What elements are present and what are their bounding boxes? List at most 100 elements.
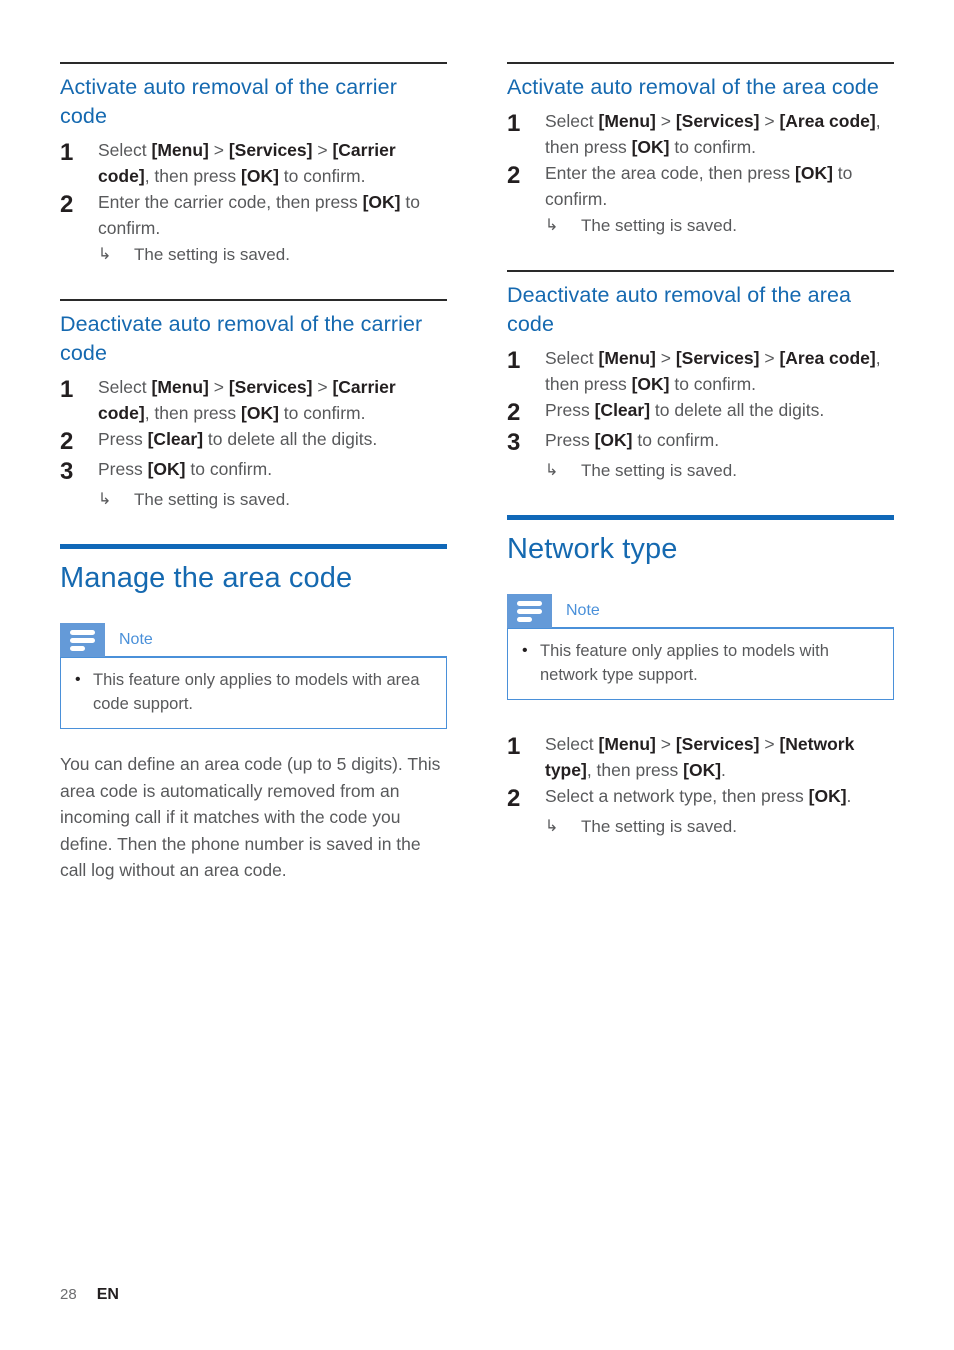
- step-text: Select [Menu] > [Services] > [Network ty…: [545, 734, 855, 780]
- step-item: 1 Select [Menu] > [Services] > [Carrier c…: [60, 375, 447, 426]
- step-number: 1: [60, 139, 74, 166]
- step-number: 1: [60, 376, 74, 403]
- network-type-steps: 1 Select [Menu] > [Services] > [Network t…: [507, 732, 894, 839]
- step-number: 2: [60, 191, 74, 218]
- step-text: Press [OK] to confirm.: [98, 459, 273, 479]
- note-icon-bar: [70, 629, 95, 635]
- result-arrow-icon: ↳: [98, 246, 112, 263]
- step-text: Select [Menu] > [Services] > [Carrier co…: [98, 377, 396, 423]
- note-icon-bar: [70, 637, 95, 643]
- section-rule-thick: [507, 515, 894, 520]
- result-arrow-icon: ↳: [545, 462, 559, 479]
- note-item-text: This feature only applies to models with…: [93, 671, 420, 713]
- two-column-layout: Activate auto removal of the carrier cod…: [60, 62, 894, 933]
- activate-area-code-steps: 1 Select [Menu] > [Services] > [Area code…: [507, 109, 894, 238]
- note-item-text: This feature only applies to models with…: [540, 642, 829, 684]
- note-lines-icon: [507, 594, 552, 628]
- note-box-manage-the-area-code: Note • This feature only applies to models…: [60, 623, 447, 729]
- result-arrow-icon: ↳: [98, 491, 112, 508]
- activate-carrier-code-steps: 1 Select [Menu] > [Services] > [Carrier c…: [60, 138, 447, 267]
- right-column: Activate auto removal of the area code 1 S…: [507, 62, 894, 933]
- paragraph-manage-the-area-code: You can define an area code (up to 5 dig…: [60, 754, 441, 880]
- step-number: 2: [60, 428, 74, 455]
- step-number: 2: [507, 399, 521, 426]
- note-label: Note: [566, 602, 600, 619]
- step-number: 2: [507, 162, 521, 189]
- step-text: Press [Clear] to delete all the digits.: [98, 429, 378, 449]
- note-icon-bar: [517, 616, 532, 622]
- note-icon-bar: [517, 608, 542, 614]
- note-list-item: • This feature only applies to models wit…: [75, 668, 432, 716]
- deactivate-carrier-code-steps: 1 Select [Menu] > [Services] > [Carrier c…: [60, 375, 447, 512]
- step-item: 2 Press [Clear] to delete all the digits.: [60, 427, 447, 456]
- result-arrow-icon: ↳: [545, 818, 559, 835]
- section-rule-thin: [507, 62, 894, 64]
- result-arrow-icon: ↳: [545, 217, 559, 234]
- note-body: • This feature only applies to models wit…: [507, 627, 894, 700]
- step-number: 3: [60, 458, 74, 485]
- step-item: 2 Select a network type, then press [OK].: [507, 784, 894, 813]
- result-text: The setting is saved.: [134, 490, 290, 509]
- section-rule-thin: [60, 62, 447, 64]
- step-text: Enter the carrier code, then press [OK] …: [98, 192, 420, 238]
- step-number: 3: [507, 429, 521, 456]
- note-lines-icon: [60, 623, 105, 657]
- step-text: Press [OK] to confirm.: [545, 430, 720, 450]
- step-number: 2: [507, 785, 521, 812]
- sub-heading-activate-area-code: Activate auto removal of the area code: [507, 75, 879, 99]
- step-item: 1 Select [Menu] > [Services] > [Area code…: [507, 346, 894, 397]
- note-list-item: • This feature only applies to models wit…: [522, 639, 879, 687]
- page-number: 28: [60, 1286, 77, 1303]
- note-label: Note: [119, 631, 153, 648]
- step-result: ↳ The setting is saved.: [507, 814, 894, 839]
- result-text: The setting is saved.: [134, 245, 290, 264]
- page-footer: 28 EN: [60, 1286, 119, 1304]
- step-result: ↳ The setting is saved.: [60, 242, 447, 267]
- step-number: 1: [507, 733, 521, 760]
- deactivate-area-code-steps: 1 Select [Menu] > [Services] > [Area code…: [507, 346, 894, 483]
- note-tab: Note: [60, 623, 447, 657]
- note-bullet-icon: •: [75, 671, 81, 688]
- note-bullet-icon: •: [522, 642, 528, 659]
- step-number: 1: [507, 347, 521, 374]
- step-item: 2 Press [Clear] to delete all the digits.: [507, 398, 894, 427]
- note-box-network-type: Note • This feature only applies to models…: [507, 594, 894, 700]
- sub-heading-activate-carrier-code: Activate auto removal of the carrier cod…: [60, 75, 397, 128]
- main-heading-network-type: Network type: [507, 533, 678, 565]
- page-language-code: EN: [96, 1286, 119, 1303]
- step-text: Select [Menu] > [Services] > [Area code]…: [545, 111, 881, 157]
- result-text: The setting is saved.: [581, 817, 737, 836]
- step-text: Enter the area code, then press [OK] to …: [545, 163, 853, 209]
- step-item: 1 Select [Menu] > [Services] > [Network t…: [507, 732, 894, 783]
- step-text: Press [Clear] to delete all the digits.: [545, 400, 825, 420]
- result-text: The setting is saved.: [581, 216, 737, 235]
- note-tab: Note: [507, 594, 894, 628]
- step-text: Select [Menu] > [Services] > [Carrier co…: [98, 140, 396, 186]
- sub-heading-deactivate-area-code: Deactivate auto removal of the area code: [507, 283, 852, 336]
- step-item: 3 Press [OK] to confirm.: [507, 428, 894, 457]
- document-page: Activate auto removal of the carrier cod…: [0, 0, 954, 1350]
- section-rule-thick: [60, 544, 447, 549]
- step-result: ↳ The setting is saved.: [507, 458, 894, 483]
- step-result: ↳ The setting is saved.: [60, 487, 447, 512]
- step-item: 2 Enter the carrier code, then press [OK]…: [60, 190, 447, 241]
- note-body: • This feature only applies to models wit…: [60, 656, 447, 729]
- sub-heading-deactivate-carrier-code: Deactivate auto removal of the carrier c…: [60, 312, 423, 365]
- step-text: Select [Menu] > [Services] > [Area code]…: [545, 348, 881, 394]
- note-icon-bar: [517, 600, 542, 606]
- step-item: 3 Press [OK] to confirm.: [60, 457, 447, 486]
- step-number: 1: [507, 110, 521, 137]
- step-text: Select a network type, then press [OK].: [545, 786, 852, 806]
- step-item: 1 Select [Menu] > [Services] > [Carrier c…: [60, 138, 447, 189]
- step-item: 2 Enter the area code, then press [OK] to…: [507, 161, 894, 212]
- left-column: Activate auto removal of the carrier cod…: [60, 62, 447, 933]
- result-text: The setting is saved.: [581, 461, 737, 480]
- section-rule-thin: [507, 270, 894, 272]
